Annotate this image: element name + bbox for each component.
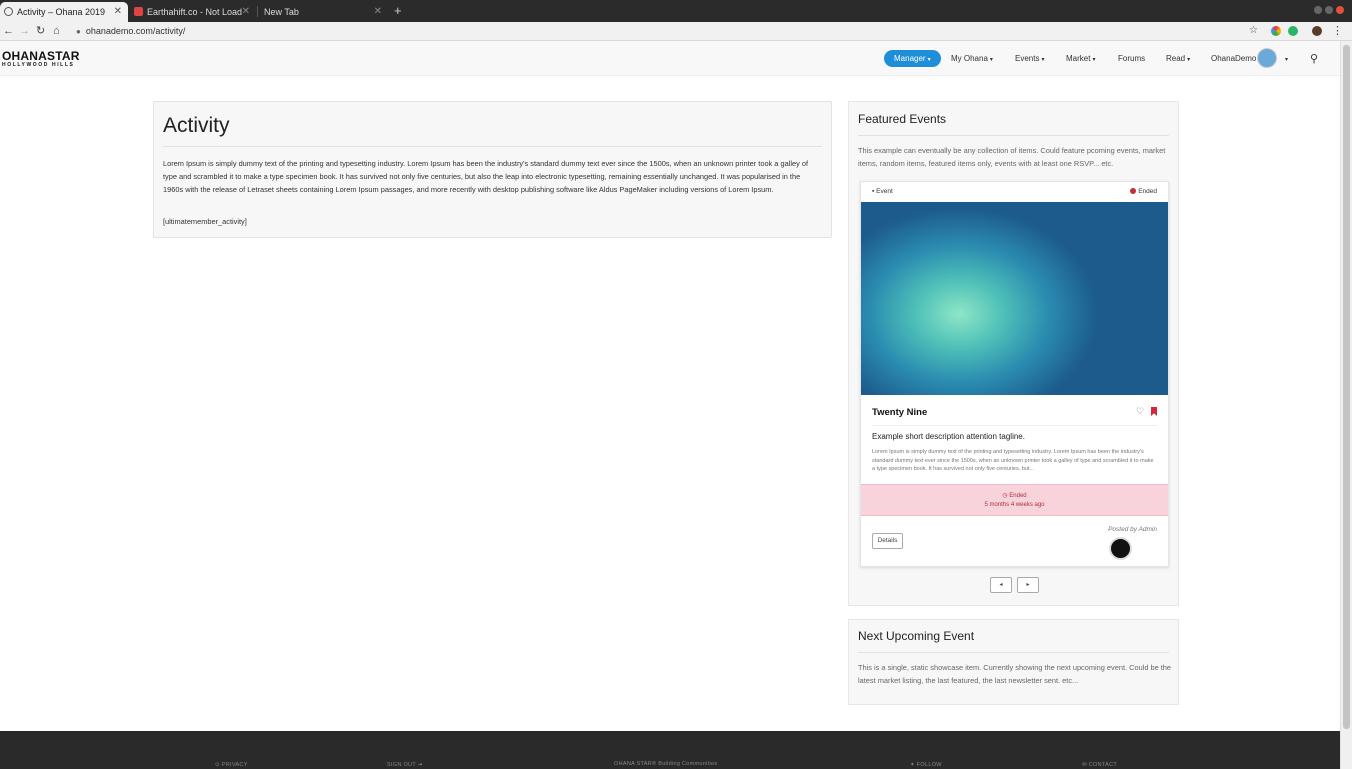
status-dot-icon — [1130, 188, 1137, 194]
carousel-prev-button[interactable]: ◂ — [990, 577, 1012, 593]
event-image[interactable] — [861, 202, 1168, 395]
reload-icon[interactable]: ↻ — [36, 23, 45, 39]
heart-icon[interactable]: ♡ — [1136, 406, 1144, 417]
close-tab-icon[interactable]: ✕ — [374, 2, 382, 22]
event-tagline: Example short description attention tagl… — [872, 432, 1025, 441]
divider — [163, 146, 822, 147]
footer-brand-text: OHANA STAR® Building Communities — [614, 761, 718, 767]
nav-my-ohana[interactable]: My Ohana ▾ — [951, 53, 993, 66]
forward-icon[interactable]: → — [19, 23, 30, 39]
scrollbar-thumb[interactable] — [1343, 45, 1350, 729]
nav-read[interactable]: Read ▾ — [1166, 53, 1190, 66]
carousel-next-button[interactable]: ▸ — [1017, 577, 1039, 593]
browser-tab-earthshift[interactable]: Earthahift.co - Not Load ✕ — [130, 2, 256, 22]
event-title[interactable]: Twenty Nine — [872, 407, 927, 418]
caret-down-icon: ▾ — [1041, 57, 1045, 63]
maximize-window-icon[interactable] — [1325, 6, 1333, 14]
activity-card: Activity Lorem Ipsum is simply dummy tex… — [153, 101, 832, 238]
user-menu-caret-icon[interactable]: ▾ — [1283, 53, 1288, 66]
new-tab-button[interactable]: + — [394, 3, 402, 19]
tab-title: New Tab — [264, 7, 299, 17]
event-status-label: Ended — [1130, 182, 1157, 202]
site-navbar: OHANASTAR HOLLYWOOD HILLS Manager ▾ My Oh… — [0, 41, 1340, 76]
site-favicon-icon — [4, 7, 13, 16]
bookmark-icon[interactable] — [1151, 407, 1157, 416]
profile-avatar-icon[interactable] — [1312, 26, 1322, 36]
caret-down-icon: ▾ — [927, 57, 931, 63]
extension-icon[interactable] — [1288, 26, 1298, 36]
close-window-icon[interactable] — [1336, 6, 1344, 14]
browser-tab-bar: Activity – Ohana 2019 ✕ Earthahift.co - … — [0, 0, 1352, 22]
browser-menu-icon[interactable]: ⋮ — [1332, 23, 1343, 39]
divider — [872, 425, 1157, 426]
featured-events-panel: Featured Events This example can eventua… — [848, 101, 1179, 606]
event-card[interactable]: ▪ Event Ended Twenty Nine ♡ Example shor… — [860, 181, 1169, 567]
bookmark-star-icon[interactable]: ☆ — [1249, 23, 1258, 39]
footer-follow-link[interactable]: ✦ FOLLOW — [910, 762, 942, 768]
tab-title: Earthahift.co - Not Load — [147, 7, 243, 17]
page-scrollbar[interactable] — [1340, 41, 1352, 769]
minimize-window-icon[interactable] — [1314, 6, 1322, 14]
activity-body-text: Lorem Ipsum is simply dummy text of the … — [163, 159, 808, 194]
divider — [858, 135, 1169, 136]
back-icon[interactable]: ← — [3, 23, 14, 39]
featured-events-title: Featured Events — [858, 112, 947, 126]
footer-sign-out-link[interactable]: SIGN OUT ⇥ — [387, 762, 423, 768]
browser-tab-activity[interactable]: Activity – Ohana 2019 ✕ — [0, 2, 128, 22]
close-tab-icon[interactable]: ✕ — [114, 2, 122, 22]
event-details-button[interactable]: Details — [872, 533, 903, 549]
caret-down-icon: ▾ — [1187, 57, 1191, 63]
browser-tab-new[interactable]: New Tab ✕ — [258, 2, 388, 22]
lock-icon: ● — [76, 27, 81, 36]
home-icon[interactable]: ⌂ — [53, 23, 60, 39]
page-title: Activity — [163, 114, 230, 137]
nav-market[interactable]: Market ▾ — [1066, 53, 1095, 66]
search-icon[interactable]: ⚲ — [1310, 52, 1318, 65]
mail-favicon-icon — [134, 7, 143, 16]
event-excerpt: Lorem Ipsum is simply dummy text of the … — [872, 449, 1154, 472]
caret-down-icon: ▾ — [989, 57, 993, 63]
nav-user-menu[interactable]: OhanaDemo — [1211, 53, 1256, 65]
browser-address-bar: ← → ↻ ⌂ ● ohanademo.com/activity/ ☆ ⋮ — [0, 22, 1352, 41]
caret-down-icon: ▾ — [1092, 57, 1096, 63]
site-logo[interactable]: OHANASTAR HOLLYWOOD HILLS — [2, 50, 80, 68]
next-upcoming-event-panel: Next Upcoming Event This is a single, st… — [848, 619, 1179, 705]
divider — [858, 652, 1169, 653]
event-posted-by: Posted by Admin — [1108, 526, 1157, 533]
user-avatar[interactable] — [1257, 48, 1277, 68]
clock-icon: ◷ — [1002, 493, 1008, 499]
nav-manager-button[interactable]: Manager ▾ — [884, 50, 941, 67]
nav-events[interactable]: Events ▾ — [1015, 53, 1044, 66]
footer-contact-link[interactable]: ✉ CONTACT — [1082, 762, 1117, 768]
event-card-header: ▪ Event Ended — [861, 182, 1168, 202]
activity-shortcode-text: [ultimatemember_activity] — [163, 217, 247, 226]
author-avatar[interactable] — [1109, 537, 1132, 560]
nav-forums[interactable]: Forums — [1118, 53, 1145, 65]
close-tab-icon[interactable]: ✕ — [242, 2, 250, 22]
extension-icon[interactable] — [1271, 26, 1281, 36]
site-footer: ⊙ PRIVACY SIGN OUT ⇥ OHANA STAR® Buildin… — [0, 731, 1340, 769]
footer-privacy-link[interactable]: ⊙ PRIVACY — [215, 762, 248, 768]
event-type-label: ▪ Event — [872, 188, 893, 195]
calendar-icon: ▪ — [872, 188, 875, 195]
event-ended-ago: 5 months 4 weeks ago — [984, 501, 1045, 508]
event-ended-banner: ◷ Ended 5 months 4 weeks ago — [861, 484, 1168, 516]
next-upcoming-title: Next Upcoming Event — [858, 629, 975, 643]
url-field[interactable]: ● ohanademo.com/activity/ — [76, 24, 185, 39]
featured-events-description: This example can eventually be any colle… — [858, 146, 1166, 168]
tab-title: Activity – Ohana 2019 — [17, 7, 106, 17]
next-upcoming-description: This is a single, static showcase item. … — [858, 663, 1172, 685]
